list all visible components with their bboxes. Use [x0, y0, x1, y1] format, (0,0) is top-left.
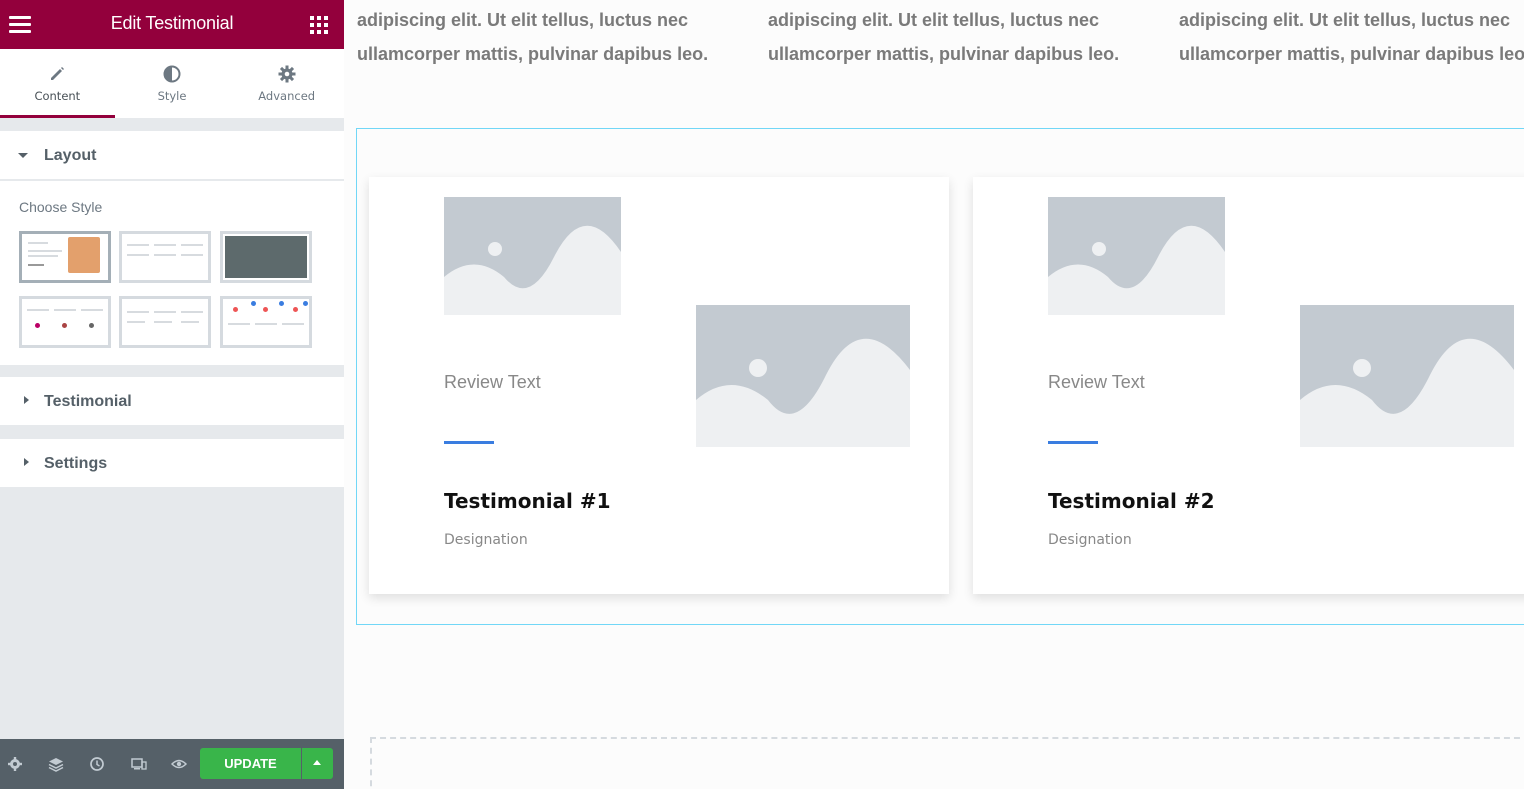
- text-line: adipiscing elit. Ut elit tellus, luctus …: [768, 10, 1100, 30]
- add-section-drop-area[interactable]: [370, 737, 1524, 789]
- testimonial-designation: Designation: [444, 532, 528, 548]
- accent-divider: [444, 441, 494, 444]
- section-testimonial-label: Testimonial: [44, 393, 132, 410]
- section-layout-label: Layout: [44, 147, 97, 164]
- responsive-icon[interactable]: [131, 756, 147, 772]
- section-settings-label: Settings: [44, 455, 108, 472]
- history-icon[interactable]: [89, 756, 105, 772]
- text-line: ullamcorper mattis, pulvinar dapibus leo…: [768, 44, 1120, 64]
- section-layout-header[interactable]: Layout: [0, 131, 344, 180]
- testimonial-card[interactable]: Review Text Testimonial #1 Designation: [369, 177, 949, 594]
- text-column-2: adipiscing elit. Ut elit tellus, luctus …: [768, 3, 1148, 71]
- author-image-placeholder: [696, 305, 910, 447]
- tab-advanced[interactable]: Advanced: [229, 49, 344, 118]
- half-circle-icon: [163, 65, 181, 83]
- style-preset-4[interactable]: [19, 296, 111, 348]
- placeholder-image-icon: [444, 197, 621, 315]
- text-line: ullamcorper mattis, pulvinar dapibus leo…: [357, 44, 709, 64]
- caret-down-icon: [18, 153, 28, 158]
- preview-canvas: adipiscing elit. Ut elit tellus, luctus …: [344, 0, 1524, 789]
- style-preset-5[interactable]: [119, 296, 211, 348]
- tab-content[interactable]: Content: [0, 49, 115, 118]
- panel-header: Edit Testimonial: [0, 0, 344, 49]
- caret-right-icon: [24, 396, 29, 404]
- gear-icon: [278, 65, 296, 83]
- layers-icon[interactable]: [48, 756, 64, 772]
- update-options-button[interactable]: [302, 748, 333, 779]
- style-preset-6[interactable]: [220, 296, 312, 348]
- testimonial-name: Testimonial #1: [444, 489, 611, 513]
- accent-divider: [1048, 441, 1098, 444]
- settings-icon[interactable]: [7, 756, 23, 772]
- preview-eye-icon[interactable]: [171, 756, 187, 772]
- tab-advanced-label: Advanced: [258, 89, 316, 103]
- text-column-1: adipiscing elit. Ut elit tellus, luctus …: [357, 3, 737, 71]
- photo-image: [225, 236, 307, 278]
- author-image-placeholder: [1300, 305, 1514, 447]
- placeholder-image-icon: [1048, 197, 1225, 315]
- widgets-grid-icon[interactable]: [310, 16, 328, 34]
- panel-title: Edit Testimonial: [110, 13, 234, 33]
- tab-style-label: Style: [157, 89, 187, 103]
- testimonial-card[interactable]: Review Text Testimonial #2 Designation: [973, 177, 1524, 594]
- caret-right-icon: [24, 458, 29, 466]
- tab-content-label: Content: [34, 89, 81, 103]
- style-preset-3[interactable]: [220, 231, 312, 283]
- style-preset-1[interactable]: [19, 231, 111, 283]
- update-button[interactable]: UPDATE: [200, 748, 301, 779]
- portrait-image: [68, 237, 100, 273]
- review-text: Review Text: [1048, 372, 1145, 392]
- layout-section-body: Choose Style: [0, 181, 344, 365]
- pencil-icon: [51, 67, 65, 80]
- editor-panel: Edit Testimonial Content Style Advanced …: [0, 0, 344, 789]
- section-settings-header[interactable]: Settings: [0, 439, 344, 488]
- choose-style-label: Choose Style: [19, 199, 103, 215]
- testimonial-designation: Designation: [1048, 532, 1132, 548]
- review-text: Review Text: [444, 372, 541, 392]
- style-preset-2[interactable]: [119, 231, 211, 283]
- text-line: ullamcorper mattis, pulvinar dapibus leo…: [1179, 44, 1524, 64]
- panel-tabs: Content Style Advanced: [0, 49, 344, 118]
- section-testimonial-header[interactable]: Testimonial: [0, 377, 344, 426]
- text-line: adipiscing elit. Ut elit tellus, luctus …: [357, 10, 689, 30]
- testimonial-name: Testimonial #2: [1048, 489, 1215, 513]
- text-column-3: adipiscing elit. Ut elit tellus, luctus …: [1179, 3, 1524, 71]
- tab-style[interactable]: Style: [115, 49, 230, 118]
- text-line: adipiscing elit. Ut elit tellus, luctus …: [1179, 10, 1511, 30]
- panel-footer: UPDATE: [0, 739, 344, 789]
